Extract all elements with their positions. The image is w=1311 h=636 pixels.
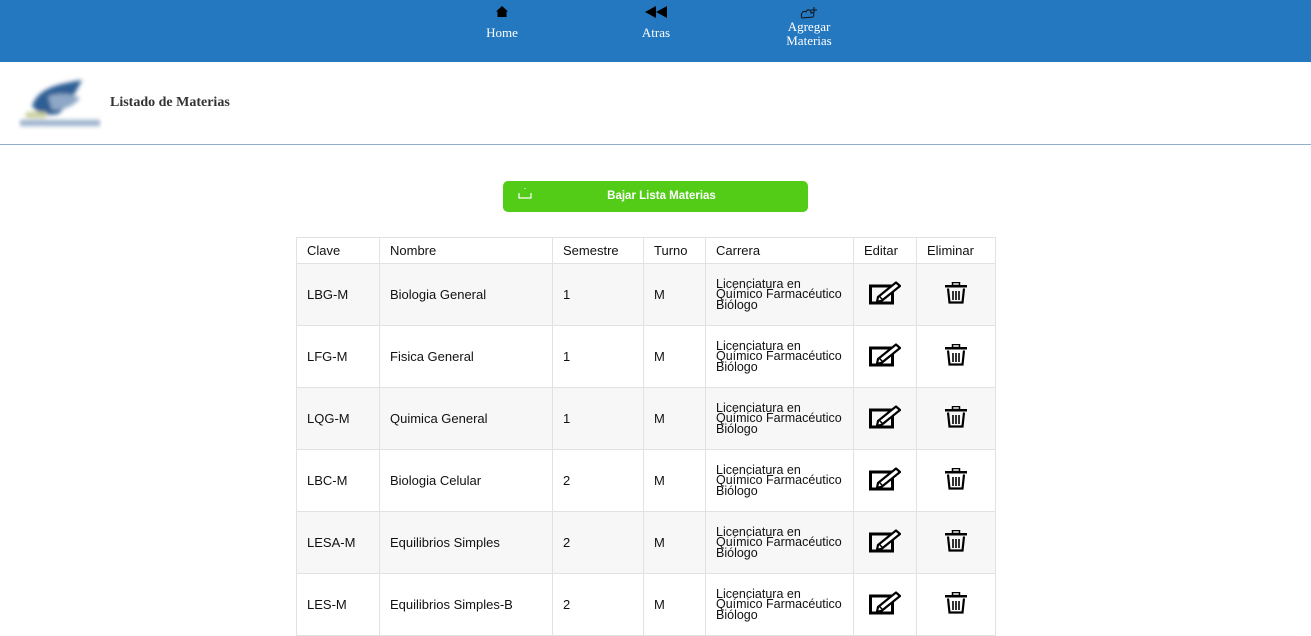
cell-turno: M bbox=[643, 449, 706, 512]
home-icon bbox=[476, 0, 528, 26]
cell-carrera: Licenciatura en Químico Farmacéutico Bió… bbox=[705, 325, 854, 388]
cell-eliminar bbox=[916, 573, 996, 636]
cell-eliminar bbox=[916, 511, 996, 574]
cell-eliminar bbox=[916, 387, 996, 450]
cell-clave: LQG-M bbox=[296, 387, 380, 450]
cell-editar bbox=[853, 573, 917, 636]
nav-back[interactable]: Atras bbox=[630, 0, 682, 40]
trash-icon[interactable] bbox=[944, 405, 968, 431]
nav-add-subject[interactable]: Agregar Materias bbox=[772, 0, 846, 48]
nav-home-label: Home bbox=[486, 25, 518, 40]
cell-eliminar bbox=[916, 449, 996, 512]
header-eliminar: Eliminar bbox=[916, 237, 996, 264]
top-nav-bar: Home Atras Agregar Materias bbox=[0, 0, 1311, 62]
cell-editar bbox=[853, 263, 917, 326]
cell-semestre: 1 bbox=[552, 387, 644, 450]
cell-semestre: 1 bbox=[552, 325, 644, 388]
page-title: Listado de Materias bbox=[110, 95, 230, 110]
edit-icon[interactable] bbox=[869, 405, 902, 432]
header-nombre: Nombre bbox=[379, 237, 553, 264]
subjects-table: Clave Nombre Semestre Turno Carrera Edit… bbox=[296, 237, 996, 636]
cell-editar bbox=[853, 387, 917, 450]
nav-add-label-1: Agregar bbox=[787, 19, 831, 34]
table-row: LBG-M Biologia General 1 M Licenciatura en Q… bbox=[296, 263, 996, 326]
table-row: LFG-M Fisica General 1 M Licenciatura en Quí… bbox=[296, 325, 996, 388]
cell-clave: LES-M bbox=[296, 573, 380, 636]
cell-clave: LBG-M bbox=[296, 263, 380, 326]
edit-icon[interactable] bbox=[869, 281, 902, 308]
trash-icon[interactable] bbox=[944, 529, 968, 555]
header-editar: Editar bbox=[853, 237, 917, 264]
nav-add-label-2: Materias bbox=[786, 33, 832, 48]
cell-semestre: 2 bbox=[552, 573, 644, 636]
table-row: LES-M Equilibrios Simples-B 2 M Licenciatura… bbox=[296, 573, 996, 636]
table-header-row: Clave Nombre Semestre Turno Carrera Edit… bbox=[296, 237, 996, 264]
add-subject-icon bbox=[772, 0, 846, 20]
cell-nombre: Biologia General bbox=[379, 263, 553, 326]
cell-clave: LFG-M bbox=[296, 325, 380, 388]
cell-editar bbox=[853, 325, 917, 388]
download-list-button[interactable]: Bajar Lista Materias bbox=[503, 181, 808, 212]
trash-icon[interactable] bbox=[944, 467, 968, 493]
cell-eliminar bbox=[916, 325, 996, 388]
rewind-icon bbox=[630, 0, 682, 26]
cell-carrera: Licenciatura en Químico Farmacéutico Bió… bbox=[705, 387, 854, 450]
cell-carrera: Licenciatura en Químico Farmacéutico Bió… bbox=[705, 449, 854, 512]
page-header: Listado de Materias bbox=[0, 62, 1311, 145]
cell-carrera: Licenciatura en Químico Farmacéutico Bió… bbox=[705, 573, 854, 636]
cell-semestre: 2 bbox=[552, 449, 644, 512]
cell-nombre: Biologia Celular bbox=[379, 449, 553, 512]
cell-turno: M bbox=[643, 573, 706, 636]
cell-eliminar bbox=[916, 263, 996, 326]
cell-turno: M bbox=[643, 263, 706, 326]
cell-nombre: Quimica General bbox=[379, 387, 553, 450]
cell-semestre: 1 bbox=[552, 263, 644, 326]
nav-home[interactable]: Home bbox=[476, 0, 528, 40]
header-semestre: Semestre bbox=[552, 237, 644, 264]
header-clave: Clave bbox=[296, 237, 380, 264]
cell-clave: LESA-M bbox=[296, 511, 380, 574]
cell-clave: LBC-M bbox=[296, 449, 380, 512]
edit-icon[interactable] bbox=[869, 467, 902, 494]
table-row: LESA-M Equilibrios Simples 2 M Licenciatura … bbox=[296, 511, 996, 574]
trash-icon[interactable] bbox=[944, 343, 968, 369]
nav-back-label: Atras bbox=[641, 25, 671, 40]
table-row: LBC-M Biologia Celular 2 M Licenciatura en Q… bbox=[296, 449, 996, 512]
cell-carrera: Licenciatura en Químico Farmacéutico Bió… bbox=[705, 263, 854, 326]
cell-nombre: Equilibrios Simples-B bbox=[379, 573, 553, 636]
cell-turno: M bbox=[643, 387, 706, 450]
trash-icon[interactable] bbox=[944, 281, 968, 307]
trash-icon[interactable] bbox=[944, 591, 968, 617]
cell-nombre: Fisica General bbox=[379, 325, 553, 388]
cell-editar bbox=[853, 449, 917, 512]
edit-icon[interactable] bbox=[869, 343, 902, 370]
cell-turno: M bbox=[643, 511, 706, 574]
cell-semestre: 2 bbox=[552, 511, 644, 574]
download-list-label: Bajar Lista Materias bbox=[607, 190, 716, 202]
edit-icon[interactable] bbox=[869, 529, 902, 556]
cell-carrera: Licenciatura en Químico Farmacéutico Bió… bbox=[705, 511, 854, 574]
table-row: LQG-M Quimica General 1 M Licenciatura en Qu… bbox=[296, 387, 996, 450]
header-carrera: Carrera bbox=[705, 237, 854, 264]
cell-nombre: Equilibrios Simples bbox=[379, 511, 553, 574]
institution-logo bbox=[18, 76, 102, 132]
cell-editar bbox=[853, 511, 917, 574]
cell-turno: M bbox=[643, 325, 706, 388]
edit-icon[interactable] bbox=[869, 591, 902, 618]
header-turno: Turno bbox=[643, 237, 706, 264]
